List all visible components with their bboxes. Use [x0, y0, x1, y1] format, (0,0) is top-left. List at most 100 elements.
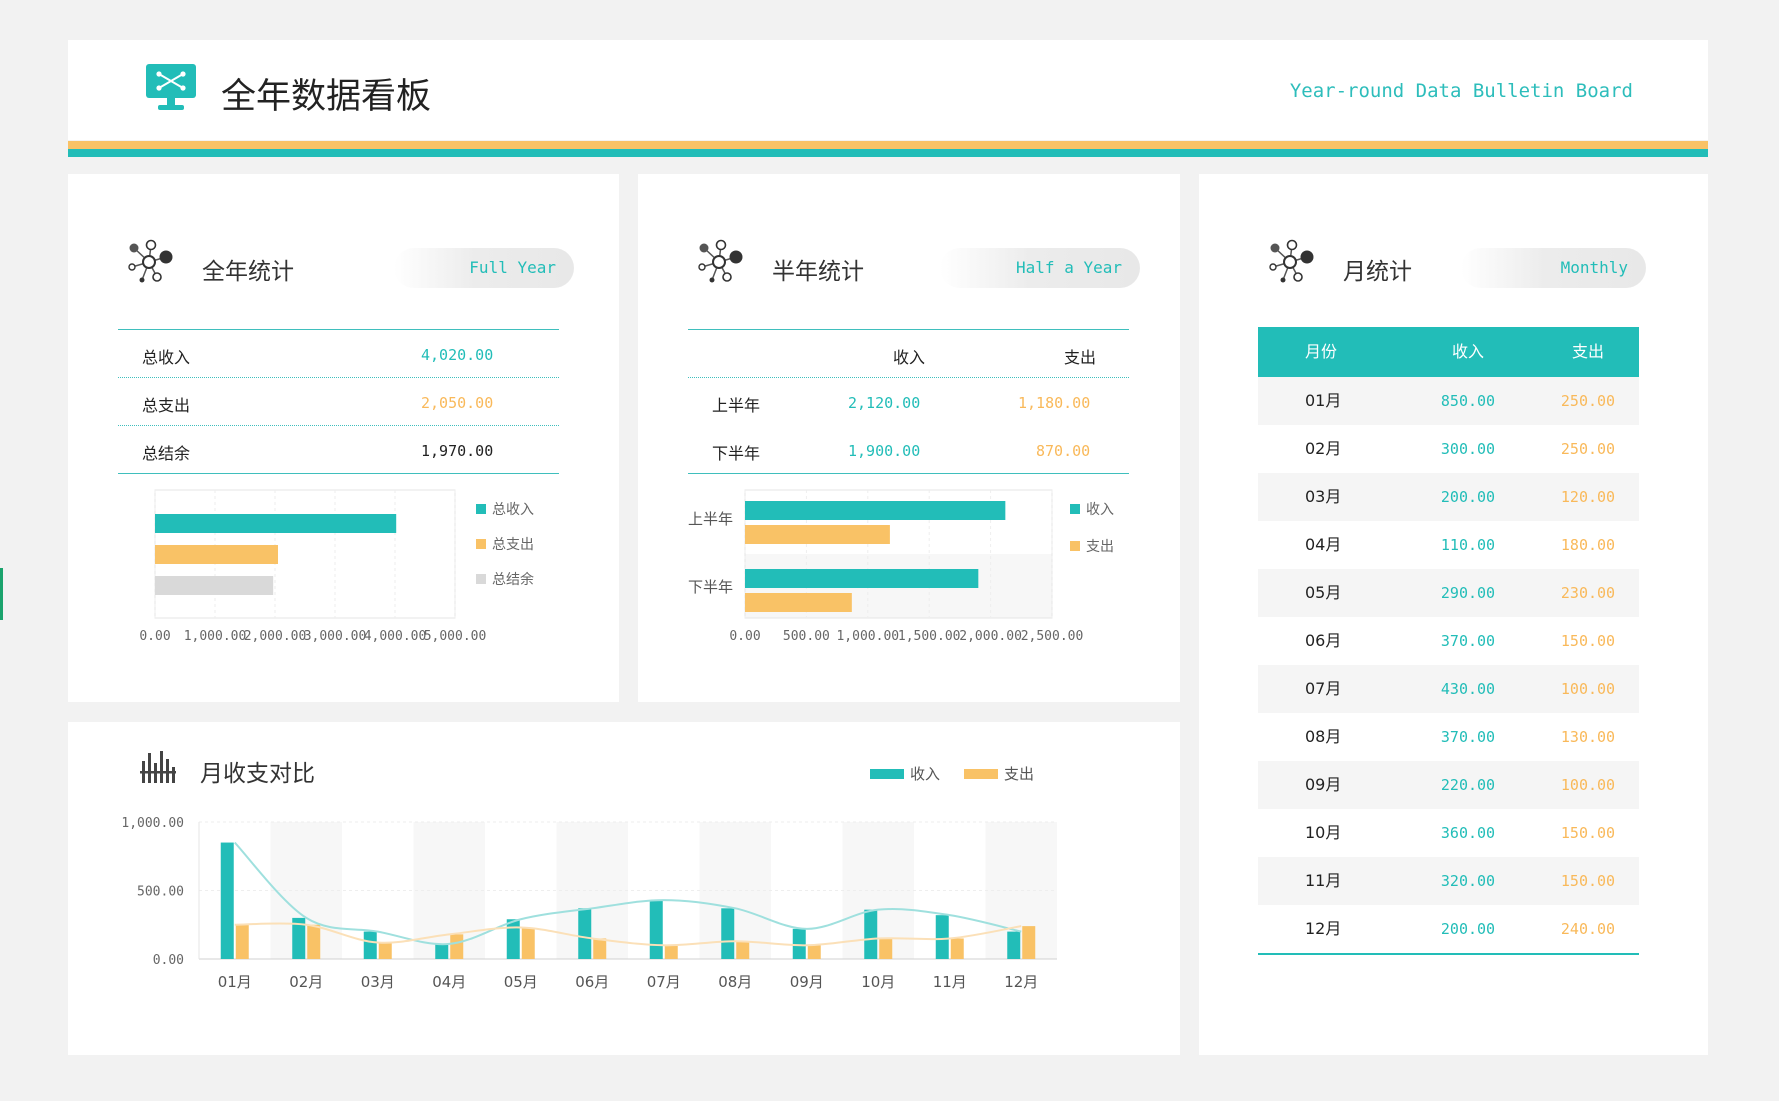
total-balance-label: 总结余 [142, 444, 191, 463]
row-expense: 230.00 [1560, 584, 1616, 602]
row-income: 360.00 [1440, 824, 1496, 842]
half-col-income: 收入 [893, 348, 926, 367]
x-tick-label: 05月 [504, 973, 538, 991]
bar [450, 934, 464, 959]
monthly-table: 月份 收入 支出 01月 850.00 250.00 02月 300.00 250.00… [1258, 327, 1639, 955]
row-income: 370.00 [1440, 632, 1496, 650]
total-income-label: 总收入 [142, 348, 191, 367]
row-month: 05月 [1305, 583, 1342, 602]
bar [745, 569, 979, 588]
bar [664, 945, 678, 959]
half-year-title: 半年统计 [772, 259, 864, 285]
compare-card: 月收支对比 0.00 500.00 1,000.00 01月 02月 03月 04月 05月 0… [68, 722, 1180, 1055]
legend-swatch [870, 769, 904, 779]
row-month: 09月 [1305, 775, 1342, 794]
bar [721, 908, 735, 959]
bar [1007, 931, 1021, 959]
first-half-expense: 1,180.00 [1018, 394, 1091, 412]
bar [521, 927, 535, 959]
x-tick-label: 12月 [1004, 973, 1038, 991]
bar [792, 928, 806, 959]
y-tick-label: 上半年 [688, 510, 733, 528]
bar [593, 938, 607, 959]
table-row: 01月 850.00 250.00 [1258, 377, 1639, 425]
row-month: 12月 [1305, 919, 1342, 938]
full-year-bar-chart: 0.00 1,000.002,000.003,000.004,000.005,00… [139, 489, 534, 644]
half-col-expense: 支出 [1064, 348, 1097, 367]
total-expense-label: 总支出 [142, 396, 191, 415]
x-tick-label: 11月 [933, 973, 967, 991]
y-tick-label: 下半年 [688, 578, 733, 596]
bar [363, 931, 377, 959]
row-expense: 130.00 [1560, 728, 1616, 746]
row-income: 850.00 [1440, 392, 1496, 410]
row-expense: 150.00 [1560, 632, 1616, 650]
bar [745, 501, 1006, 520]
first-half-income: 2,120.00 [848, 394, 921, 412]
bar [1022, 926, 1036, 959]
bar [950, 938, 964, 959]
legend-swatch [1070, 541, 1080, 551]
table-row: 12月 200.00 240.00 [1258, 905, 1639, 953]
bar [864, 909, 878, 959]
legend-swatch [1070, 504, 1080, 514]
legend-swatch [964, 769, 998, 779]
sheet-selection-marker [0, 568, 3, 620]
row-income: 110.00 [1440, 536, 1496, 554]
table-row: 05月 290.00 230.00 [1258, 569, 1639, 617]
x-tick-label: 07月 [647, 973, 681, 991]
y-tick-label: 1,000.00 [121, 816, 184, 831]
legend-label: 支出 [1086, 539, 1114, 555]
row-expense: 120.00 [1560, 488, 1616, 506]
x-tick-label: 0.00 [729, 629, 760, 644]
legend-label: 总收入 [492, 502, 534, 518]
bar [220, 842, 234, 959]
x-tick-label: 3,000.00 [304, 629, 367, 644]
row-income: 220.00 [1440, 776, 1496, 794]
x-tick-label: 5,000.00 [424, 629, 487, 644]
bar [745, 525, 890, 544]
dashboard-header: 全年数据看板 Year-round Data Bulletin Board [68, 40, 1708, 140]
x-tick-label: 06月 [575, 973, 609, 991]
monthly-table-header: 月份 收入 支出 [1258, 327, 1639, 377]
x-tick-label: 04月 [432, 973, 466, 991]
full-year-title: 全年统计 [202, 259, 294, 285]
row-expense: 100.00 [1560, 680, 1616, 698]
bar [649, 900, 663, 959]
header-stripe-orange [68, 141, 1708, 149]
header-month: 月份 [1305, 342, 1338, 361]
bar [879, 938, 893, 959]
x-tick-label: 500.00 [783, 629, 830, 644]
full-year-card: 全年统计 Full Year 总收入 4,020.00 总支出 2,050.00… [68, 174, 619, 702]
page-subtitle: Year-round Data Bulletin Board [1289, 80, 1633, 102]
y-tick-label: 0.00 [153, 953, 184, 968]
row-month: 08月 [1305, 727, 1342, 746]
legend-swatch [476, 574, 486, 584]
x-tick-label: 0.00 [139, 629, 170, 644]
full-year-pill: Full Year [394, 248, 574, 288]
y-tick-label: 500.00 [137, 885, 184, 900]
x-tick-label: 1,000.00 [836, 629, 899, 644]
row-income: 320.00 [1440, 872, 1496, 890]
bar [235, 924, 249, 959]
monthly-compare-chart: 0.00 500.00 1,000.00 01月 02月 03月 04月 05月 06月 07月 0… [121, 765, 1057, 991]
x-tick-label: 01月 [218, 973, 252, 991]
x-tick-label: 4,000.00 [364, 629, 427, 644]
second-half-expense: 870.00 [1036, 442, 1091, 460]
bar [736, 941, 750, 959]
row-income: 200.00 [1440, 920, 1496, 938]
row-income: 200.00 [1440, 488, 1496, 506]
row-expense: 250.00 [1560, 440, 1616, 458]
row-month: 02月 [1305, 439, 1342, 458]
x-tick-label: 2,000.00 [959, 629, 1022, 644]
total-balance-value: 1,970.00 [421, 442, 494, 460]
table-bottom-rule [1258, 953, 1639, 955]
legend-swatch [476, 504, 486, 514]
row-expense: 100.00 [1560, 776, 1616, 794]
x-tick-label: 1,500.00 [898, 629, 961, 644]
bar [435, 943, 449, 959]
first-half-label: 上半年 [712, 396, 761, 415]
legend-label: 收入 [910, 765, 940, 783]
row-expense: 150.00 [1560, 872, 1616, 890]
page-title: 全年数据看板 [221, 77, 432, 117]
